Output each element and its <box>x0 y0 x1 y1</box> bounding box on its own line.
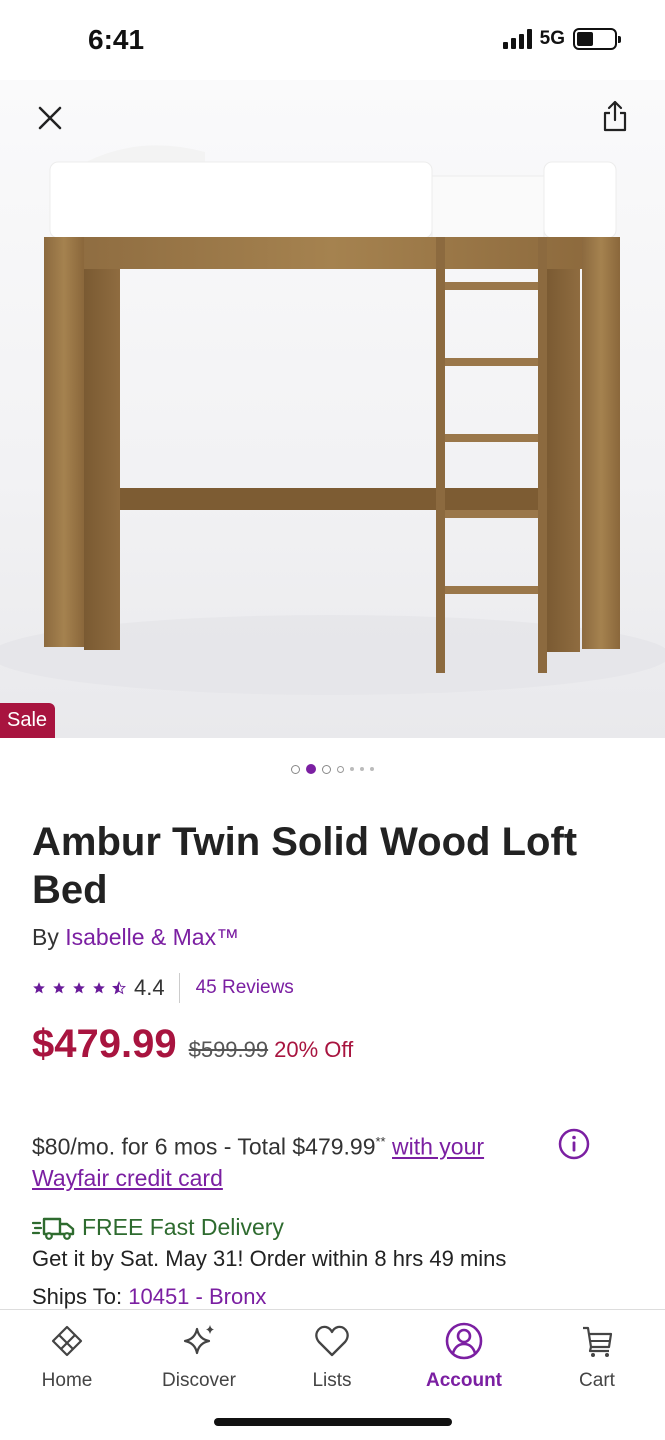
carousel-dot[interactable] <box>322 764 331 774</box>
battery-icon <box>573 28 621 50</box>
price-row: $479.99 $599.99 20% Off <box>32 1022 353 1067</box>
status-icons: 5G <box>502 28 621 50</box>
heart-icon <box>315 1325 349 1357</box>
divider <box>178 973 180 1003</box>
sparkle-icon <box>183 1325 214 1355</box>
brand-line: By Isabelle & Max™ <box>32 924 239 951</box>
tab-discover[interactable]: Discover <box>144 1320 254 1392</box>
tab-account-label: Account <box>426 1370 502 1391</box>
status-bar: 6:41 5G <box>0 0 665 80</box>
tab-home[interactable]: Home <box>12 1320 122 1392</box>
financing-offer: $80/mo. for 6 mos - Total $479.99** with… <box>32 1126 552 1194</box>
carousel-dot[interactable] <box>370 767 374 771</box>
star-icon <box>33 982 45 994</box>
star-icon <box>93 982 105 994</box>
product-image-carousel[interactable]: Sale <box>0 80 665 738</box>
by-prefix: By <box>32 924 59 950</box>
financing-text: $80/mo. for 6 mos - Total $479.99 <box>32 1133 376 1160</box>
star-icon <box>73 982 85 994</box>
home-indicator[interactable] <box>214 1418 452 1426</box>
carousel-dot[interactable] <box>360 767 364 771</box>
tab-account[interactable]: Account <box>409 1320 519 1392</box>
product-title: Ambur Twin Solid Wood Loft Bed <box>32 820 578 912</box>
rating-value: 4.4 <box>134 975 165 1000</box>
carousel-dot[interactable] <box>350 767 354 771</box>
financing-footnote: ** <box>375 1134 386 1149</box>
tab-discover-label: Discover <box>162 1370 236 1391</box>
ships-prefix: Ships To: <box>32 1284 123 1309</box>
network-label: 5G <box>539 28 565 49</box>
original-price: $599.99 <box>188 1037 269 1062</box>
loft-bed-image <box>0 145 665 695</box>
half-star-icon <box>112 981 126 995</box>
star-icon <box>53 982 65 994</box>
carousel-dot-active[interactable] <box>306 764 316 774</box>
account-icon <box>445 1322 483 1360</box>
delivery-date: Get it by Sat. May 31! Order within 8 hr… <box>32 1246 507 1271</box>
carousel-pagination[interactable] <box>0 764 665 774</box>
sale-price: $479.99 <box>32 1022 177 1066</box>
status-time: 6:41 <box>88 24 145 55</box>
tab-cart[interactable]: Cart <box>542 1320 652 1392</box>
home-icon <box>51 1325 83 1357</box>
delivery-badge: FREE Fast Delivery <box>32 1214 284 1241</box>
info-icon[interactable] <box>558 1128 590 1160</box>
share-button[interactable] <box>595 94 635 138</box>
reviews-link[interactable]: 45 Reviews <box>196 977 294 999</box>
star-rating <box>32 981 126 995</box>
tab-lists-label: Lists <box>312 1370 352 1391</box>
carousel-dot[interactable] <box>291 764 300 774</box>
tab-lists[interactable]: Lists <box>277 1320 387 1392</box>
share-icon <box>603 100 627 132</box>
tab-home-label: Home <box>41 1370 93 1391</box>
tab-cart-label: Cart <box>579 1370 615 1391</box>
sale-badge: Sale <box>0 703 56 738</box>
discount-label: 20% Off <box>274 1037 354 1062</box>
carousel-dot[interactable] <box>337 765 344 773</box>
rating-row: 4.4 45 Reviews <box>32 972 294 1004</box>
signal-icon <box>502 29 532 49</box>
ships-to: Ships To: 10451 - Bronx <box>32 1284 266 1310</box>
truck-icon <box>32 1217 75 1240</box>
close-button[interactable] <box>30 98 70 138</box>
close-icon <box>38 106 62 130</box>
brand-link[interactable]: Isabelle & Max™ <box>65 924 239 950</box>
ships-location-link[interactable]: 10451 - Bronx <box>128 1284 266 1309</box>
delivery-label: FREE Fast Delivery <box>82 1214 284 1240</box>
cart-icon <box>583 1326 613 1357</box>
